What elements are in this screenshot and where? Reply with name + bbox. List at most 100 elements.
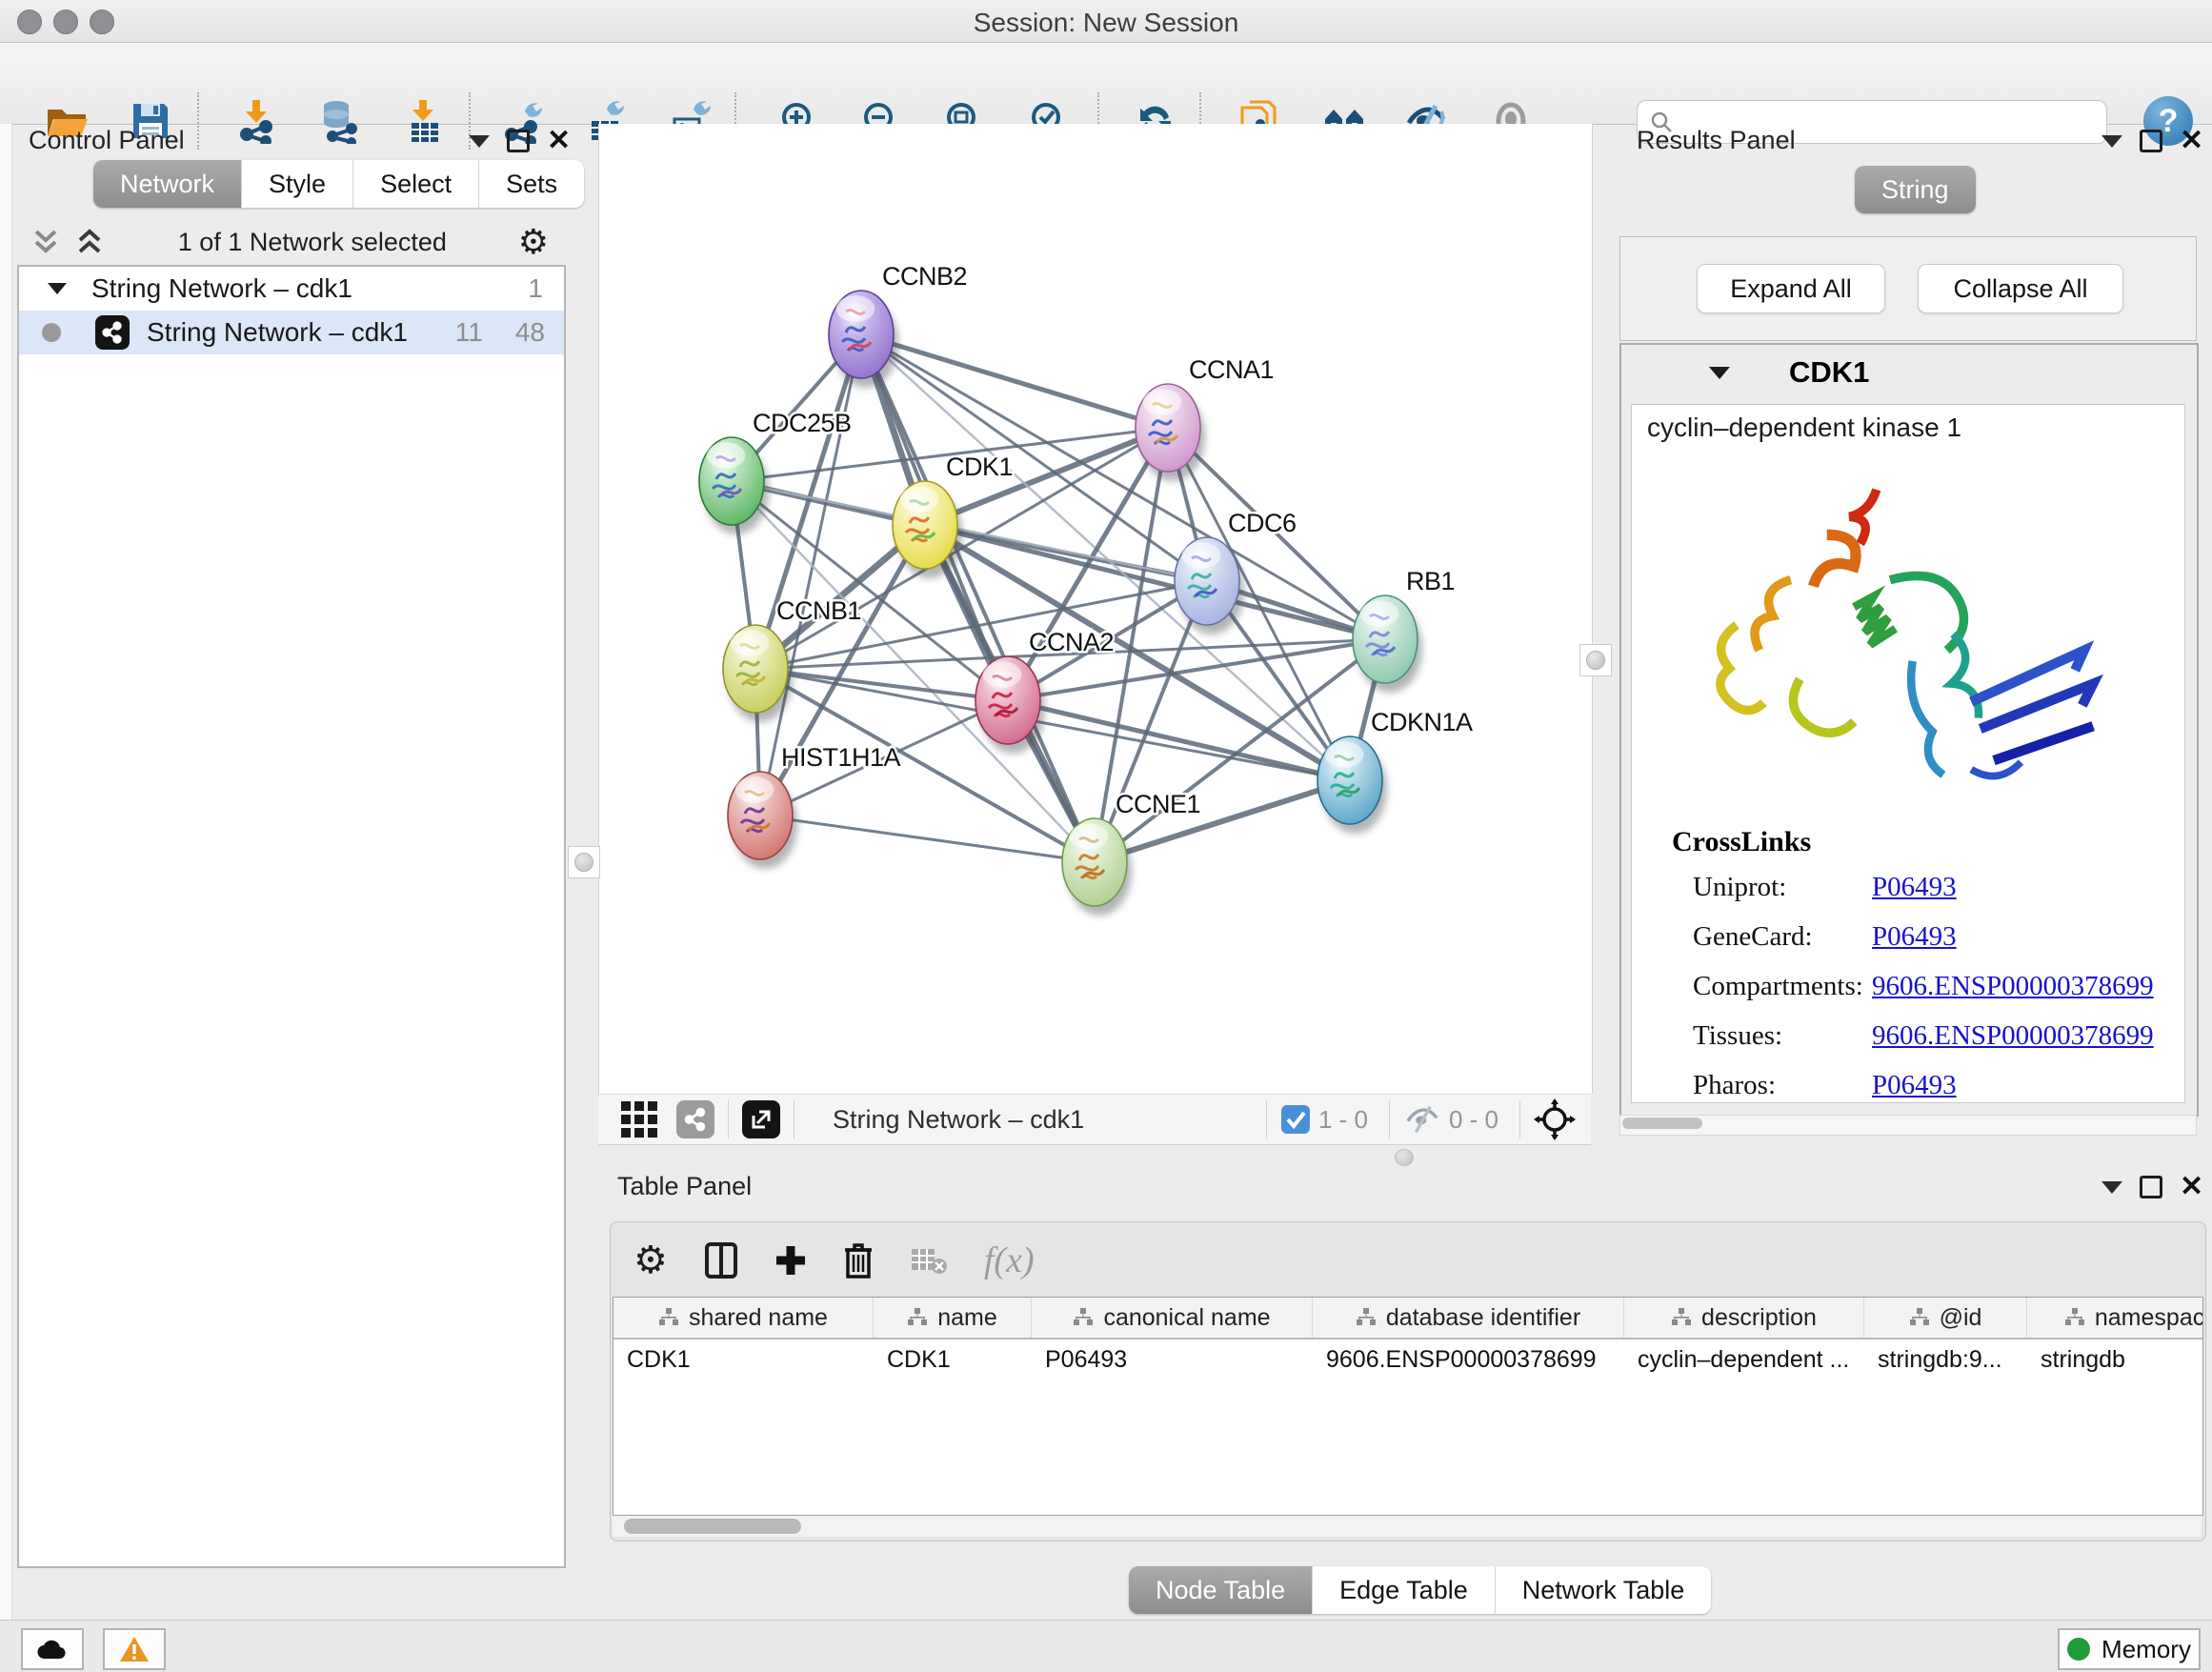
column-header-label: shared name (689, 1304, 828, 1332)
hidden-counts: 0 - 0 (1449, 1105, 1498, 1135)
main-toolbar: ? (0, 43, 2212, 125)
crosslink-value-link[interactable]: 9606.ENSP00000378699 (1872, 1020, 2154, 1052)
delete-column-trash-icon[interactable] (843, 1242, 874, 1279)
selected-checkbox-icon[interactable] (1280, 1104, 1311, 1135)
tab-sets[interactable]: Sets (479, 160, 584, 208)
crosslink-label: GeneCard: (1693, 921, 1813, 953)
collapse-all-button[interactable]: Collapse All (1918, 264, 2123, 313)
table-cell[interactable]: P06493 (1032, 1340, 1313, 1380)
network-node-HIST1H1A[interactable]: HIST1H1A (728, 743, 901, 869)
table-cell[interactable]: cyclin–dependent ... (1624, 1340, 1864, 1380)
crosslink-row: Pharos:P06493 (1693, 1070, 2169, 1108)
column-header-description[interactable]: description (1624, 1298, 1864, 1338)
warnings-button[interactable] (103, 1628, 166, 1670)
network-view-toolbar: String Network – cdk1 1 - 0 0 - 0 (598, 1094, 1591, 1145)
table-cell[interactable]: 9606.ENSP00000378699 (1313, 1340, 1624, 1380)
table-horizontal-scrollbar[interactable] (613, 1516, 2202, 1537)
network-row-selected[interactable]: String Network – cdk1 11 48 (19, 311, 564, 354)
node-label: CCNB2 (882, 262, 967, 291)
section-collapse-icon[interactable] (1707, 363, 1732, 382)
column-header-canonical-name[interactable]: canonical name (1032, 1298, 1313, 1338)
panel-menu-icon[interactable] (469, 135, 490, 148)
open-in-window-icon[interactable] (742, 1100, 780, 1138)
crosslink-value-link[interactable]: 9606.ENSP00000378699 (1872, 971, 2154, 1002)
gene-section-header[interactable]: CDK1 (1621, 345, 2197, 400)
table-options-gear-icon[interactable]: ⚙ (633, 1239, 668, 1282)
fit-selected-crosshair-icon[interactable] (1534, 1098, 1576, 1140)
tab-edge-table[interactable]: Edge Table (1313, 1566, 1496, 1614)
panel-close-icon[interactable]: ✕ (2180, 131, 2203, 151)
tab-string[interactable]: String (1855, 166, 1976, 213)
panel-close-icon[interactable]: ✕ (2180, 1178, 2203, 1197)
results-horizontal-scrollbar[interactable] (1619, 1115, 2197, 1136)
network-graph: CCNB2CCNA1CDC25BCDK1CDC6RB1CCNB1CCNA2CDK… (599, 124, 1592, 1094)
tree-expand-icon[interactable] (46, 279, 69, 298)
table-cell[interactable]: stringdb:9... (1864, 1340, 2027, 1380)
network-share-icon[interactable] (676, 1100, 714, 1138)
network-edge[interactable] (861, 334, 1095, 862)
tab-select[interactable]: Select (353, 160, 479, 208)
table-cell[interactable]: CDK1 (613, 1340, 874, 1380)
crosslink-value-link[interactable]: P06493 (1872, 872, 1957, 903)
panel-float-icon[interactable] (2140, 1176, 2162, 1199)
network-node-RB1[interactable]: RB1 (1353, 567, 1455, 693)
network-canvas[interactable]: CCNB2CCNA1CDC25BCDK1CDC6RB1CCNB1CCNA2CDK… (598, 124, 1593, 1094)
tab-network-table[interactable]: Network Table (1496, 1566, 1712, 1614)
expand-all-button[interactable]: Expand All (1697, 264, 1885, 313)
network-edge[interactable] (760, 816, 1095, 862)
panel-close-icon[interactable]: ✕ (547, 131, 571, 151)
import-table-icon[interactable] (400, 98, 446, 144)
memory-button[interactable]: Memory (2058, 1628, 2201, 1670)
collapse-all-icon[interactable] (30, 228, 63, 256)
tab-network[interactable]: Network (93, 160, 242, 208)
table-cell[interactable]: stringdb (2027, 1340, 2203, 1380)
control-panel-tools: ✕ (469, 130, 571, 152)
create-column-plus-icon[interactable] (774, 1244, 807, 1277)
network-edge[interactable] (1008, 700, 1350, 780)
network-options-gear-icon[interactable]: ⚙ (518, 222, 549, 262)
control-panel-tabs: NetworkStyleSelectSets (93, 160, 584, 208)
table-row[interactable]: CDK1CDK1P064939606.ENSP00000378699cyclin… (613, 1340, 2203, 1380)
table-cell[interactable]: CDK1 (874, 1340, 1032, 1380)
network-node-CCNA2[interactable]: CCNA2 (975, 628, 1114, 754)
bottom-splitter-handle[interactable] (1395, 1149, 1414, 1166)
tab-node-table[interactable]: Node Table (1129, 1566, 1313, 1614)
panel-menu-icon[interactable] (2101, 1181, 2122, 1194)
panel-menu-icon[interactable] (2101, 135, 2122, 148)
tab-style[interactable]: Style (242, 160, 353, 208)
network-selection-status: 1 of 1 Network selected (107, 228, 518, 257)
column-attribute-icon (658, 1307, 679, 1328)
crosslink-value-link[interactable]: P06493 (1872, 921, 1957, 953)
function-builder-icon[interactable]: f(x) (984, 1239, 1035, 1281)
right-splitter-handle[interactable] (1579, 644, 1612, 676)
network-collection-row[interactable]: String Network – cdk1 1 (19, 267, 564, 311)
column-header-shared-name[interactable]: shared name (613, 1298, 874, 1338)
birds-eye-grid-icon[interactable] (619, 1099, 659, 1139)
network-node-CDK1[interactable]: CDK1 (893, 453, 1013, 578)
import-network-file-icon[interactable] (233, 98, 279, 144)
node-label: CDC25B (753, 409, 852, 437)
column-header-name[interactable]: name (874, 1298, 1032, 1338)
cloud-status-button[interactable] (21, 1628, 84, 1670)
network-node-CDKN1A[interactable]: CDKN1A (1317, 708, 1473, 834)
column-header-namespace[interactable]: namespace (2027, 1298, 2203, 1338)
import-network-database-icon[interactable] (315, 98, 361, 144)
gene-description: cyclin–dependent kinase 1 (1647, 413, 1961, 443)
hidden-eye-icon[interactable] (1403, 1103, 1441, 1136)
panel-float-icon[interactable] (507, 130, 530, 152)
column-header-id[interactable]: @id (1864, 1298, 2027, 1338)
network-edge[interactable] (861, 334, 1168, 428)
show-columns-icon[interactable] (704, 1241, 738, 1279)
column-header-label: @id (1940, 1304, 1982, 1332)
panel-float-icon[interactable] (2140, 130, 2162, 152)
delete-table-icon[interactable] (910, 1245, 948, 1276)
network-edge[interactable] (755, 669, 1008, 700)
status-bar: Memory (0, 1620, 2212, 1672)
column-header-database-identifier[interactable]: database identifier (1313, 1298, 1624, 1338)
table-header-row: shared name namecanonical namedatabase id… (613, 1298, 2203, 1340)
left-splitter-handle[interactable] (568, 846, 600, 878)
crosslink-value-link[interactable]: P06493 (1872, 1070, 1957, 1101)
network-label: String Network – cdk1 (147, 317, 408, 348)
expand-all-icon[interactable] (74, 228, 107, 256)
node-label: CCNA1 (1189, 355, 1274, 384)
